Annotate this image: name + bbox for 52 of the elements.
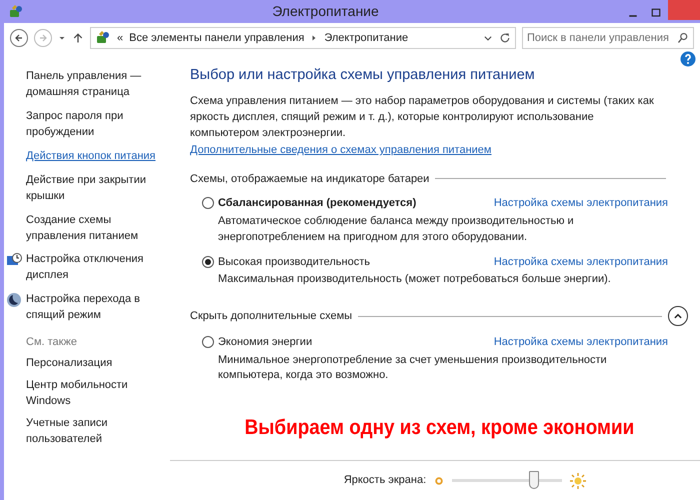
sidebar-link[interactable]: Настройка перехода в спящий режим (26, 292, 170, 324)
intro-text: Схема управления питанием — это набор параметров оборудования и системы (таких как яркость дисплея, спящий режим и т. д.), которые контролируют использование компьютером электроэнергии. (190, 94, 655, 142)
search-icon (677, 32, 689, 44)
sidebar-link[interactable]: Настройка отключения дисплея (26, 252, 170, 284)
plan-name[interactable]: Экономия энергии (218, 334, 312, 351)
radio-button[interactable] (202, 197, 214, 210)
radio-button[interactable] (202, 336, 214, 348)
plan-description: Минимальное энергопотребление за счет уменьшения производительности компьютера, когда это возможно. (217, 352, 608, 384)
collapse-button[interactable] (668, 306, 688, 326)
more-info-link[interactable]: Дополнительные сведения о схемах управления питанием (190, 142, 492, 159)
refresh-icon[interactable] (499, 32, 511, 44)
plan-description: Автоматическое соблюдение баланса между производительностью и энергопотреблением на пригодном для этого оборудовании. (217, 214, 575, 245)
search-field[interactable]: Поиск в панели управления (522, 27, 694, 49)
plan-settings-link[interactable]: Настройка схемы электропитания (494, 334, 668, 351)
sidebar-link[interactable]: Центр мобильности Windows (26, 378, 170, 410)
sidebar-link[interactable]: Запрос пароля при пробуждении (26, 108, 170, 141)
page-heading: Выбор или настройка схемы управления питанием (190, 67, 536, 84)
annotation-text: Выбираем одну из схем, кроме экономии (244, 415, 634, 442)
sidebar-link[interactable]: Персонализация (26, 356, 170, 372)
plan-settings-link[interactable]: Настройка схемы электропитания (494, 195, 668, 212)
radio-button[interactable] (202, 256, 214, 268)
window-title: Электропитание (271, 2, 380, 21)
group-heading: Схемы, отображаемые на индикаторе батареи (190, 172, 430, 187)
group-heading: Скрыть дополнительные схемы (190, 308, 352, 324)
sidebar-link[interactable]: Панель управления — домашняя страница (26, 69, 170, 101)
see-also-heading: См. также (26, 334, 78, 350)
brightness-slider[interactable] (528, 471, 539, 489)
sidebar-link[interactable]: Создание схемы управления питанием (26, 212, 170, 244)
sidebar-link[interactable]: Действия кнопок питания (26, 148, 156, 165)
help-icon[interactable] (680, 51, 696, 67)
control-panel-icon (95, 30, 111, 46)
dim-sun-icon (434, 476, 444, 486)
breadcrumb[interactable]: Все элементы панели управления (129, 30, 304, 46)
moon-icon (6, 292, 22, 308)
brightness-label: Яркость экрана: (344, 473, 426, 488)
breadcrumb[interactable]: Электропитание (324, 30, 408, 46)
dropdown-caret-icon[interactable] (58, 34, 66, 42)
up-arrow-icon[interactable] (72, 32, 84, 44)
plan-name[interactable]: Высокая производительность (218, 254, 370, 270)
app-icon (8, 4, 24, 20)
bright-sun-icon (570, 472, 586, 488)
sidebar-link[interactable]: Учетные записи пользователей (26, 416, 170, 448)
plan-settings-link[interactable]: Настройка схемы электропитания (494, 254, 668, 270)
forward-arrow-icon (37, 32, 49, 44)
plan-name[interactable]: Сбалансированная (рекомендуется) (218, 195, 416, 212)
back-arrow-icon (13, 32, 25, 44)
breadcrumb-overflow[interactable]: « (117, 30, 124, 46)
back-button[interactable] (10, 29, 28, 47)
plan-description: Максимальная производительность (может потребоваться больше энергии). (217, 272, 612, 288)
sidebar-link[interactable]: Действие при закрытии крышки (26, 172, 170, 205)
address-bar[interactable]: « Все элементы панели управления Электропитание (90, 27, 516, 49)
maximize-icon[interactable] (650, 7, 662, 19)
